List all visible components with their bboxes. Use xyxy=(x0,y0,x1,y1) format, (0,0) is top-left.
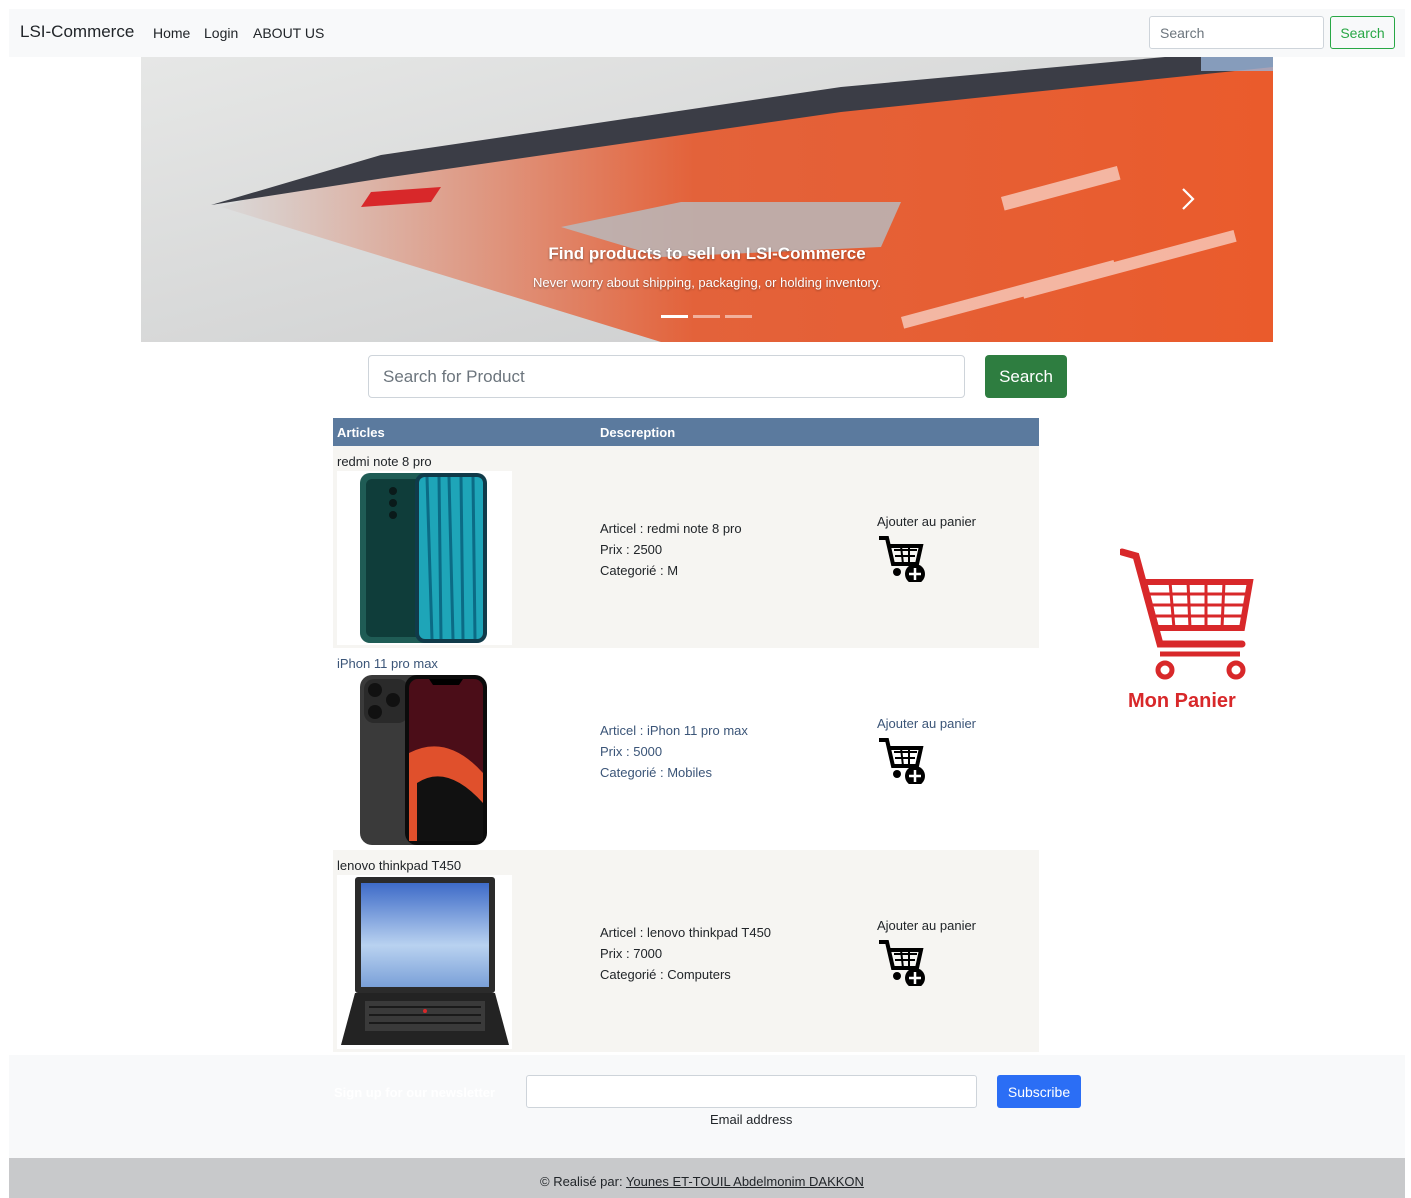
carousel-indicator-3[interactable] xyxy=(725,315,752,318)
product-article: Articel : redmi note 8 pro xyxy=(600,521,742,536)
product-price: Prix : 2500 xyxy=(600,542,663,557)
email-label: Email address xyxy=(710,1112,793,1127)
add-to-cart-icon[interactable] xyxy=(877,938,931,986)
product-name: iPhon 11 pro max xyxy=(337,656,438,671)
newsletter-label: Sign up for our newsletter xyxy=(334,1085,496,1100)
add-to-cart-label[interactable]: Ajouter au panier xyxy=(877,716,976,731)
phone-image xyxy=(337,471,512,645)
footer-text: © Realisé par: Younes ET-TOUIL Abdelmoni… xyxy=(540,1174,864,1189)
product-name: redmi note 8 pro xyxy=(337,454,432,469)
product-category: Categorié : Computers xyxy=(600,967,731,982)
nav-link-login[interactable]: Login xyxy=(204,25,238,41)
carousel-text: Never worry about shipping, packaging, o… xyxy=(532,275,882,290)
footer-authors-link[interactable]: Younes ET-TOUIL Abdelmonim DAKKON xyxy=(626,1174,864,1189)
carousel-indicator-2[interactable] xyxy=(693,315,720,318)
table-row: iPhon 11 pro max Articel : iPhon 11 pro … xyxy=(333,648,1039,850)
product-description: Articel : redmi note 8 pro Prix : 2500 C… xyxy=(600,518,742,581)
navbar: LSI-Commerce Home Login ABOUT US Search xyxy=(9,9,1405,57)
table-row: redmi note 8 pro Articel : redmi note 8 … xyxy=(333,446,1039,648)
nav-link-about[interactable]: ABOUT US xyxy=(253,25,324,41)
carousel-indicator-1[interactable] xyxy=(661,315,688,318)
subscribe-button[interactable]: Subscribe xyxy=(997,1075,1081,1108)
product-table: Articles Descreption redmi note 8 pro Ar… xyxy=(333,418,1039,1052)
product-article: Articel : iPhon 11 pro max xyxy=(600,723,748,738)
product-price: Prix : 5000 xyxy=(600,744,663,759)
credit-card-banner-image xyxy=(141,57,1273,342)
add-to-cart-icon[interactable] xyxy=(877,736,931,784)
nav-search-button[interactable]: Search xyxy=(1330,16,1395,49)
chevron-right-icon[interactable] xyxy=(1177,185,1199,213)
phone-image xyxy=(337,673,512,847)
table-header: Articles Descreption xyxy=(333,418,1039,446)
nav-search-input[interactable] xyxy=(1149,16,1324,49)
product-search-input[interactable] xyxy=(368,355,965,398)
product-name: lenovo thinkpad T450 xyxy=(337,858,462,873)
product-description: Articel : lenovo thinkpad T450 Prix : 70… xyxy=(600,922,771,985)
footer: © Realisé par: Younes ET-TOUIL Abdelmoni… xyxy=(9,1158,1405,1198)
carousel: Find products to sell on LSI-Commerce Ne… xyxy=(141,57,1273,342)
carousel-title: Find products to sell on LSI-Commerce xyxy=(548,244,866,263)
header-articles: Articles xyxy=(337,425,385,440)
cart-label[interactable]: Mon Panier xyxy=(1128,690,1236,713)
product-description: Articel : iPhon 11 pro max Prix : 5000 C… xyxy=(600,720,748,783)
add-to-cart-label[interactable]: Ajouter au panier xyxy=(877,918,976,933)
email-field[interactable] xyxy=(526,1075,977,1108)
product-price: Prix : 7000 xyxy=(600,946,663,961)
table-row: lenovo thinkpad T450 Articel : lenovo th… xyxy=(333,850,1039,1052)
newsletter-section: Sign up for our newsletter Email address… xyxy=(9,1055,1405,1158)
product-article: Articel : lenovo thinkpad T450 xyxy=(600,925,772,940)
shopping-cart-icon[interactable] xyxy=(1120,548,1254,682)
carousel-indicators xyxy=(661,315,752,318)
header-description: Descreption xyxy=(600,425,676,440)
brand-link[interactable]: LSI-Commerce xyxy=(20,22,134,42)
laptop-image xyxy=(337,875,512,1049)
footer-prefix: © Realisé par: xyxy=(540,1174,623,1189)
product-category: Categorié : M xyxy=(600,563,679,578)
product-search-button[interactable]: Search xyxy=(985,355,1067,398)
add-to-cart-label[interactable]: Ajouter au panier xyxy=(877,514,976,529)
nav-link-home[interactable]: Home xyxy=(153,25,190,41)
add-to-cart-icon[interactable] xyxy=(877,534,931,582)
product-category: Categorié : Mobiles xyxy=(600,765,712,780)
